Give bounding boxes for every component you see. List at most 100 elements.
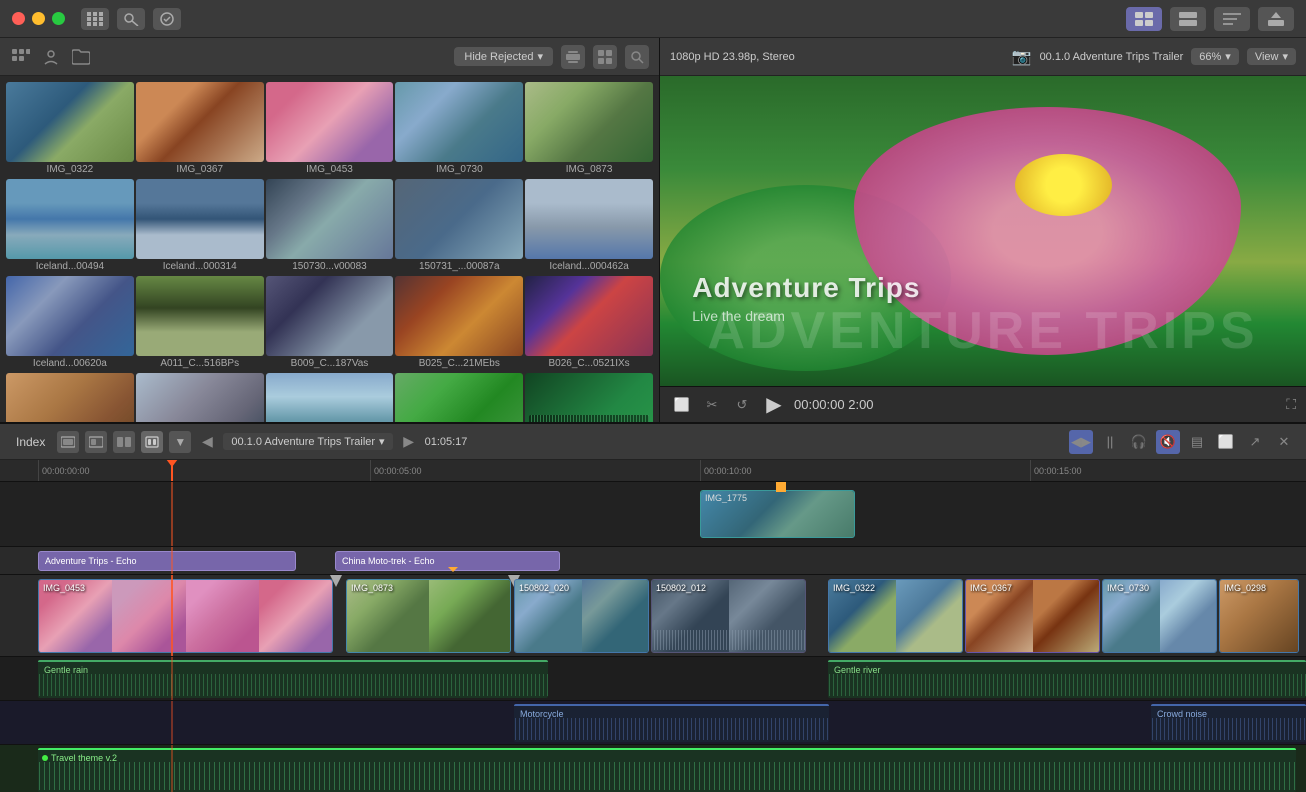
clip-crowd-noise[interactable]: Crowd noise (1151, 704, 1306, 742)
detach-btn[interactable]: ↗ (1243, 430, 1267, 454)
prev-marker[interactable]: ◀ (197, 430, 217, 454)
maximize-button[interactable] (52, 12, 65, 25)
media-label: B025_C...21MEbs (395, 356, 523, 371)
clip-video-0367[interactable]: IMG_0367 (965, 579, 1100, 653)
media-thumb (266, 373, 394, 422)
headphones-btn[interactable]: 🎧 (1127, 430, 1151, 454)
playhead-a2 (171, 701, 173, 744)
library-nav-icon[interactable] (10, 46, 32, 68)
media-item-A011_C_516BPs[interactable]: A011_C...516BPs (136, 276, 264, 371)
clip-video-0873[interactable]: IMG_0873 (346, 579, 511, 653)
media-item-IMG_0453[interactable]: IMG_0453 (266, 82, 394, 177)
clip-china-echo[interactable]: China Moto-trek - Echo (335, 551, 560, 571)
clip-appearance-btn[interactable] (561, 45, 585, 69)
media-label: B009_C...187Vas (266, 356, 394, 371)
project-name-label: 00.1.0 Adventure Trips Trailer (1040, 51, 1184, 63)
expand-btn[interactable]: ⛶ (1286, 396, 1296, 413)
media-item-C003_C_WZacs[interactable]: C003_C...WZacs (395, 373, 523, 422)
playhead[interactable] (171, 460, 173, 481)
folder-icon[interactable] (70, 46, 92, 68)
media-item-Iceland_000462a[interactable]: Iceland...000462a (525, 179, 653, 274)
play-button[interactable]: ▶ (762, 393, 786, 417)
media-label: B026_C...0521IXs (525, 356, 653, 371)
trim-icon[interactable]: ✂ (700, 393, 724, 417)
media-item-150731_00087a[interactable]: 150731_...00087a (395, 179, 523, 274)
browser-layout-btn[interactable] (1126, 7, 1162, 31)
clip-video-0730[interactable]: IMG_0730 (1102, 579, 1217, 653)
speed-icon[interactable]: ↺ (730, 393, 754, 417)
clip-move-tool[interactable] (57, 431, 79, 453)
inspector-btn[interactable] (1214, 7, 1250, 31)
mute-btn[interactable]: 🔇 (1156, 430, 1180, 454)
media-item-B026_C_0521IXs[interactable]: B026_C...0521IXs (525, 276, 653, 371)
clip-img1775[interactable]: IMG_1775 (700, 490, 855, 538)
blade-tool[interactable] (85, 431, 107, 453)
media-thumb (136, 179, 264, 259)
timeline-right-tools: ◀▶ || 🎧 🔇 ▤ ⬜ ↗ ✕ (1069, 430, 1296, 454)
preview-background: Adventure Trips Live the dream ADVENTURE… (660, 76, 1306, 386)
media-item-IMG_0730[interactable]: IMG_0730 (395, 82, 523, 177)
upper-panels: Hide Rejected ▾ IMG_0322 IMG_036 (0, 38, 1306, 422)
media-item-C004_C_5U6acs[interactable]: C004_C...5U6acs (266, 373, 394, 422)
zoom-in-btn[interactable]: ◀▶ (1069, 430, 1093, 454)
transform-icon[interactable]: ⬜ (670, 393, 694, 417)
position-tool[interactable] (141, 431, 163, 453)
clip-gentle-rain[interactable]: Gentle rain (38, 660, 548, 698)
zoom-out-btn[interactable]: || (1098, 430, 1122, 454)
media-item-IMG_0367[interactable]: IMG_0367 (136, 82, 264, 177)
clip-travel-theme[interactable]: Travel theme v.2 (38, 748, 1296, 792)
media-item-B009_C_187Vas[interactable]: B009_C...187Vas (266, 276, 394, 371)
search-btn[interactable] (625, 45, 649, 69)
people-icon[interactable] (40, 46, 62, 68)
clip-gentle-river[interactable]: Gentle river (828, 660, 1306, 698)
next-marker[interactable]: ▶ (399, 430, 419, 454)
library-icon[interactable] (81, 8, 109, 30)
check-icon[interactable] (153, 8, 181, 30)
preview-toolbar: 1080p HD 23.98p, Stereo 📷 00.1.0 Adventu… (660, 38, 1306, 76)
media-item-B025_C_21MEbs[interactable]: B025_C...21MEbs (395, 276, 523, 371)
clip-adventure-echo[interactable]: Adventure Trips - Echo (38, 551, 296, 571)
view-btn[interactable]: View ▾ (1247, 48, 1296, 65)
select-tool[interactable]: ▼ (169, 431, 191, 453)
clip-height-btn[interactable]: ⬜ (1214, 430, 1238, 454)
export-btn[interactable] (1258, 7, 1294, 31)
clip-150802-012[interactable]: 150802_012 (651, 579, 806, 653)
clip-video-0298[interactable]: IMG_0298 (1219, 579, 1299, 653)
clip-video-0322[interactable]: IMG_0322 (828, 579, 963, 653)
preview-ctrl-left: ⬜ ✂ ↺ (670, 393, 754, 417)
zoom-control[interactable]: 66% ▾ (1191, 48, 1239, 65)
timeline-toolbar: Index ▼ ◀ 00.1.0 Adventure Trips Trailer… (0, 424, 1306, 460)
clip-label-0730: IMG_0730 (1107, 583, 1149, 593)
media-item-Iceland_00494[interactable]: Iceland...00494 (6, 179, 134, 274)
grouping-btn[interactable] (593, 45, 617, 69)
roles-btn[interactable]: ▤ (1185, 430, 1209, 454)
media-thumb (525, 276, 653, 356)
clip-label-1775: IMG_1775 (705, 493, 747, 503)
tc-10: 00:00:10:00 (704, 466, 752, 476)
hide-rejected-btn[interactable]: Hide Rejected ▾ (454, 47, 553, 66)
media-item-B028_C_21A6as[interactable]: B028_C...21A6as (6, 373, 134, 422)
audio-connected-track: Adventure Trips - Echo China Moto-trek -… (0, 547, 1306, 575)
close-timeline-btn[interactable]: ✕ (1272, 430, 1296, 454)
media-item-Iceland_00620a[interactable]: Iceland...00620a (6, 276, 134, 371)
media-item-Travel_theme_v2[interactable]: Travel theme v.2 (525, 373, 653, 422)
media-item-150730_v00083[interactable]: 150730...v00083 (266, 179, 394, 274)
media-item-B002_C_14TNas[interactable]: B002_C...14TNas (136, 373, 264, 422)
thumb2 (112, 580, 185, 652)
media-thumb (6, 276, 134, 356)
minimize-button[interactable] (32, 12, 45, 25)
media-item-Iceland_000314[interactable]: Iceland...000314 (136, 179, 264, 274)
clip-video-0453[interactable]: IMG_0453 (38, 579, 333, 653)
t2 (1160, 580, 1217, 652)
titlebar-left-icons (81, 8, 181, 30)
panels-layout-btn[interactable] (1170, 7, 1206, 31)
clip-motorcycle[interactable]: Motorcycle (514, 704, 829, 742)
media-item-IMG_0873[interactable]: IMG_0873 (525, 82, 653, 177)
media-thumb (136, 276, 264, 356)
clip-150802-020[interactable]: 150802_020 (514, 579, 649, 653)
media-item-IMG_0322[interactable]: IMG_0322 (6, 82, 134, 177)
key-icon[interactable] (117, 8, 145, 30)
close-button[interactable] (12, 12, 25, 25)
index-button[interactable]: Index (10, 433, 51, 451)
trim-tool[interactable] (113, 431, 135, 453)
